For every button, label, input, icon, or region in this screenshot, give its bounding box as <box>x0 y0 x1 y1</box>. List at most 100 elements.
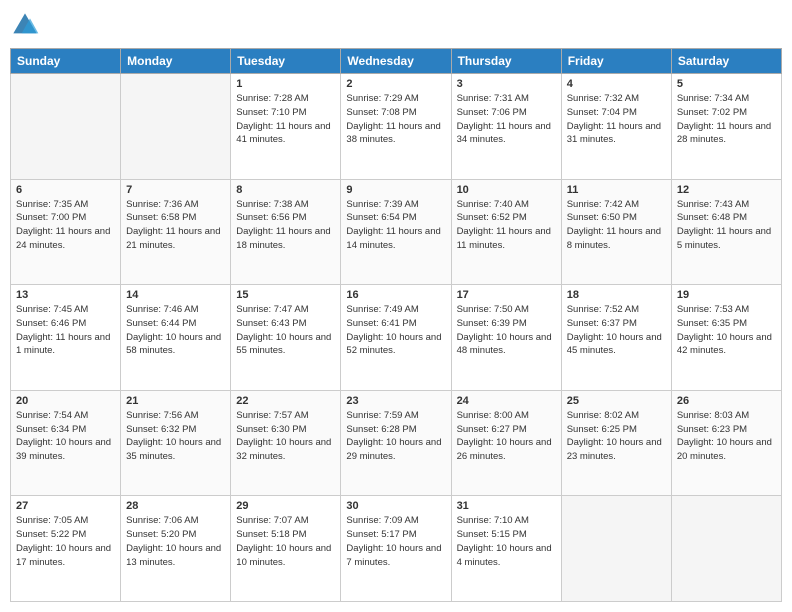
calendar-cell: 1 Sunrise: 7:28 AMSunset: 7:10 PMDaylight… <box>231 74 341 180</box>
day-number: 26 <box>677 395 776 407</box>
calendar-cell: 11 Sunrise: 7:42 AMSunset: 6:50 PMDayligh… <box>561 179 671 285</box>
day-number: 12 <box>677 184 776 196</box>
logo <box>10 10 44 40</box>
calendar-cell: 3 Sunrise: 7:31 AMSunset: 7:06 PMDaylight… <box>451 74 561 180</box>
day-number: 20 <box>16 395 115 407</box>
day-info: Sunrise: 8:00 AMSunset: 6:27 PMDaylight:… <box>457 409 556 464</box>
header-row: SundayMondayTuesdayWednesdayThursdayFrid… <box>11 49 782 74</box>
day-info: Sunrise: 7:09 AMSunset: 5:17 PMDaylight:… <box>346 514 445 569</box>
day-info: Sunrise: 7:53 AMSunset: 6:35 PMDaylight:… <box>677 303 776 358</box>
day-number: 3 <box>457 78 556 90</box>
day-info: Sunrise: 7:31 AMSunset: 7:06 PMDaylight:… <box>457 92 556 147</box>
calendar-cell: 17 Sunrise: 7:50 AMSunset: 6:39 PMDayligh… <box>451 285 561 391</box>
week-row-2: 6 Sunrise: 7:35 AMSunset: 7:00 PMDaylight… <box>11 179 782 285</box>
calendar-cell: 15 Sunrise: 7:47 AMSunset: 6:43 PMDayligh… <box>231 285 341 391</box>
col-header-sunday: Sunday <box>11 49 121 74</box>
day-number: 23 <box>346 395 445 407</box>
calendar-cell: 9 Sunrise: 7:39 AMSunset: 6:54 PMDaylight… <box>341 179 451 285</box>
logo-icon <box>10 10 40 40</box>
calendar-cell: 22 Sunrise: 7:57 AMSunset: 6:30 PMDayligh… <box>231 390 341 496</box>
col-header-monday: Monday <box>121 49 231 74</box>
col-header-thursday: Thursday <box>451 49 561 74</box>
calendar-cell: 31 Sunrise: 7:10 AMSunset: 5:15 PMDayligh… <box>451 496 561 602</box>
day-number: 18 <box>567 289 666 301</box>
day-number: 30 <box>346 500 445 512</box>
week-row-4: 20 Sunrise: 7:54 AMSunset: 6:34 PMDayligh… <box>11 390 782 496</box>
day-info: Sunrise: 7:56 AMSunset: 6:32 PMDaylight:… <box>126 409 225 464</box>
day-info: Sunrise: 7:34 AMSunset: 7:02 PMDaylight:… <box>677 92 776 147</box>
day-info: Sunrise: 7:32 AMSunset: 7:04 PMDaylight:… <box>567 92 666 147</box>
day-number: 15 <box>236 289 335 301</box>
calendar-cell: 28Sunrise: 7:06 AMSunset: 5:20 PMDayligh… <box>121 496 231 602</box>
day-info: Sunrise: 7:39 AMSunset: 6:54 PMDaylight:… <box>346 198 445 253</box>
calendar-cell: 25 Sunrise: 8:02 AMSunset: 6:25 PMDayligh… <box>561 390 671 496</box>
calendar-cell: 16 Sunrise: 7:49 AMSunset: 6:41 PMDayligh… <box>341 285 451 391</box>
col-header-tuesday: Tuesday <box>231 49 341 74</box>
day-number: 14 <box>126 289 225 301</box>
day-info: Sunrise: 7:05 AMSunset: 5:22 PMDaylight:… <box>16 514 115 569</box>
calendar-cell <box>671 496 781 602</box>
calendar-cell: 27Sunrise: 7:05 AMSunset: 5:22 PMDayligh… <box>11 496 121 602</box>
day-info: Sunrise: 7:28 AMSunset: 7:10 PMDaylight:… <box>236 92 335 147</box>
calendar-cell: 20 Sunrise: 7:54 AMSunset: 6:34 PMDayligh… <box>11 390 121 496</box>
day-number: 1 <box>236 78 335 90</box>
calendar-cell <box>11 74 121 180</box>
day-info: Sunrise: 7:29 AMSunset: 7:08 PMDaylight:… <box>346 92 445 147</box>
day-number: 9 <box>346 184 445 196</box>
calendar-cell: 13 Sunrise: 7:45 AMSunset: 6:46 PMDayligh… <box>11 285 121 391</box>
col-header-friday: Friday <box>561 49 671 74</box>
calendar-cell: 26 Sunrise: 8:03 AMSunset: 6:23 PMDayligh… <box>671 390 781 496</box>
day-number: 25 <box>567 395 666 407</box>
day-info: Sunrise: 7:54 AMSunset: 6:34 PMDaylight:… <box>16 409 115 464</box>
day-info: Sunrise: 7:45 AMSunset: 6:46 PMDaylight:… <box>16 303 115 358</box>
day-number: 24 <box>457 395 556 407</box>
day-number: 29 <box>236 500 335 512</box>
day-number: 17 <box>457 289 556 301</box>
calendar-cell: 14 Sunrise: 7:46 AMSunset: 6:44 PMDayligh… <box>121 285 231 391</box>
day-info: Sunrise: 8:03 AMSunset: 6:23 PMDaylight:… <box>677 409 776 464</box>
day-info: Sunrise: 7:46 AMSunset: 6:44 PMDaylight:… <box>126 303 225 358</box>
day-info: Sunrise: 7:07 AMSunset: 5:18 PMDaylight:… <box>236 514 335 569</box>
week-row-5: 27Sunrise: 7:05 AMSunset: 5:22 PMDayligh… <box>11 496 782 602</box>
day-number: 2 <box>346 78 445 90</box>
calendar-cell: 2 Sunrise: 7:29 AMSunset: 7:08 PMDaylight… <box>341 74 451 180</box>
day-info: Sunrise: 7:49 AMSunset: 6:41 PMDaylight:… <box>346 303 445 358</box>
day-info: Sunrise: 7:43 AMSunset: 6:48 PMDaylight:… <box>677 198 776 253</box>
day-info: Sunrise: 7:57 AMSunset: 6:30 PMDaylight:… <box>236 409 335 464</box>
day-info: Sunrise: 7:35 AMSunset: 7:00 PMDaylight:… <box>16 198 115 253</box>
day-number: 31 <box>457 500 556 512</box>
calendar-cell: 8 Sunrise: 7:38 AMSunset: 6:56 PMDaylight… <box>231 179 341 285</box>
day-info: Sunrise: 7:42 AMSunset: 6:50 PMDaylight:… <box>567 198 666 253</box>
day-number: 5 <box>677 78 776 90</box>
day-number: 21 <box>126 395 225 407</box>
day-info: Sunrise: 7:50 AMSunset: 6:39 PMDaylight:… <box>457 303 556 358</box>
day-info: Sunrise: 7:10 AMSunset: 5:15 PMDaylight:… <box>457 514 556 569</box>
calendar-cell <box>561 496 671 602</box>
header <box>10 10 782 40</box>
day-number: 11 <box>567 184 666 196</box>
col-header-saturday: Saturday <box>671 49 781 74</box>
day-number: 13 <box>16 289 115 301</box>
calendar-cell <box>121 74 231 180</box>
day-info: Sunrise: 7:59 AMSunset: 6:28 PMDaylight:… <box>346 409 445 464</box>
day-info: Sunrise: 7:38 AMSunset: 6:56 PMDaylight:… <box>236 198 335 253</box>
calendar-cell: 29 Sunrise: 7:07 AMSunset: 5:18 PMDayligh… <box>231 496 341 602</box>
col-header-wednesday: Wednesday <box>341 49 451 74</box>
calendar-cell: 18 Sunrise: 7:52 AMSunset: 6:37 PMDayligh… <box>561 285 671 391</box>
calendar-cell: 10Sunrise: 7:40 AMSunset: 6:52 PMDayligh… <box>451 179 561 285</box>
calendar-cell: 5 Sunrise: 7:34 AMSunset: 7:02 PMDaylight… <box>671 74 781 180</box>
calendar-cell: 24 Sunrise: 8:00 AMSunset: 6:27 PMDayligh… <box>451 390 561 496</box>
day-info: Sunrise: 7:52 AMSunset: 6:37 PMDaylight:… <box>567 303 666 358</box>
day-number: 6 <box>16 184 115 196</box>
day-number: 4 <box>567 78 666 90</box>
calendar-page: SundayMondayTuesdayWednesdayThursdayFrid… <box>0 0 792 612</box>
calendar-cell: 7Sunrise: 7:36 AMSunset: 6:58 PMDaylight… <box>121 179 231 285</box>
day-info: Sunrise: 7:47 AMSunset: 6:43 PMDaylight:… <box>236 303 335 358</box>
day-number: 16 <box>346 289 445 301</box>
day-number: 22 <box>236 395 335 407</box>
day-info: Sunrise: 8:02 AMSunset: 6:25 PMDaylight:… <box>567 409 666 464</box>
day-number: 8 <box>236 184 335 196</box>
week-row-1: 1 Sunrise: 7:28 AMSunset: 7:10 PMDaylight… <box>11 74 782 180</box>
calendar-cell: 19Sunrise: 7:53 AMSunset: 6:35 PMDayligh… <box>671 285 781 391</box>
calendar-cell: 30 Sunrise: 7:09 AMSunset: 5:17 PMDayligh… <box>341 496 451 602</box>
